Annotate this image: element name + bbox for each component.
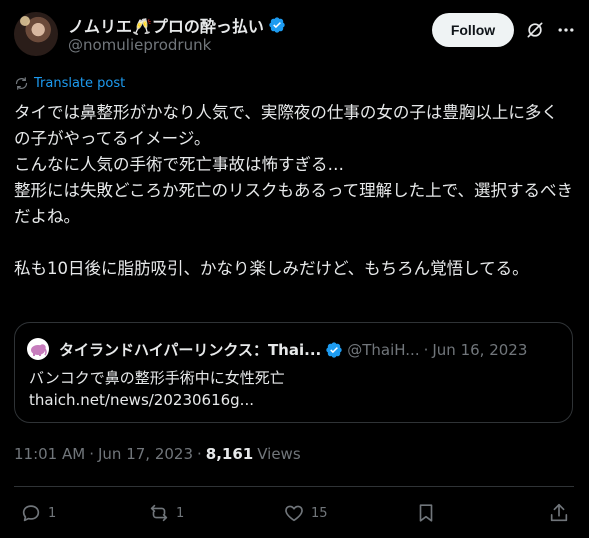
translate-post-link[interactable]: Translate post bbox=[14, 76, 125, 91]
author-handle[interactable]: @nomulieprodrunk bbox=[68, 36, 211, 54]
grok-icon[interactable] bbox=[525, 20, 545, 40]
like-button[interactable]: 15 bbox=[283, 502, 328, 524]
elephant-logo-icon bbox=[31, 344, 47, 356]
quoted-separator: · bbox=[423, 340, 429, 359]
bookmark-icon bbox=[419, 504, 433, 522]
quoted-author-name[interactable]: タイランドハイパーリンクス：Thai... bbox=[59, 339, 321, 360]
reply-count: 1 bbox=[48, 505, 57, 521]
quoted-verified-badge-icon bbox=[326, 341, 342, 358]
quoted-author-handle[interactable]: @ThaiH... bbox=[347, 341, 419, 359]
quoted-post-text: バンコクで鼻の整形手術中に女性死亡 thaich.net/news/202306… bbox=[29, 367, 285, 411]
quoted-text-line: バンコクで鼻の整形手術中に女性死亡 bbox=[29, 369, 285, 387]
author-avatar[interactable] bbox=[14, 12, 58, 56]
views-label: Views bbox=[257, 445, 301, 463]
quoted-post-header: タイランドハイパーリンクス：Thai... @ThaiH... · Jun 16… bbox=[59, 339, 560, 360]
heart-icon bbox=[285, 505, 303, 522]
post-date[interactable]: Jun 17, 2023 bbox=[98, 445, 193, 463]
repost-count: 1 bbox=[176, 505, 185, 521]
bookmark-button[interactable] bbox=[415, 502, 437, 524]
author-name-row[interactable]: ノムリエ🥂プロの酔っ払い bbox=[68, 13, 286, 37]
quoted-post-date[interactable]: Jun 16, 2023 bbox=[432, 341, 527, 359]
post-text: タイでは鼻整形がかなり人気で、実際夜の仕事の女の子は豊胸以上に多くの子がやってる… bbox=[14, 103, 574, 278]
quoted-post[interactable]: タイランドハイパーリンクス：Thai... @ThaiH... · Jun 16… bbox=[14, 322, 573, 423]
more-options-icon[interactable] bbox=[556, 20, 576, 40]
post-time[interactable]: 11:01 AM bbox=[14, 445, 85, 463]
translate-label[interactable]: Translate post bbox=[34, 76, 125, 91]
reply-icon bbox=[22, 505, 40, 522]
avatar-light bbox=[20, 16, 30, 26]
repost-button[interactable]: 1 bbox=[148, 502, 184, 524]
verified-badge-icon bbox=[269, 17, 285, 33]
views-count: 8,161 bbox=[205, 445, 254, 463]
meta-separator: · bbox=[197, 445, 202, 463]
like-count: 15 bbox=[311, 505, 328, 521]
divider bbox=[14, 486, 574, 487]
quoted-link[interactable]: thaich.net/news/20230616g... bbox=[29, 389, 285, 411]
quoted-author-avatar bbox=[27, 338, 49, 360]
post: ノムリエ🥂プロの酔っ払い @nomulieprodrunk Follow Tra… bbox=[0, 0, 589, 538]
follow-button[interactable]: Follow bbox=[432, 13, 514, 47]
meta-separator: · bbox=[89, 445, 94, 463]
reply-button[interactable]: 1 bbox=[20, 502, 56, 524]
repost-icon bbox=[150, 504, 168, 522]
author-display-name[interactable]: ノムリエ🥂プロの酔っ払い bbox=[68, 13, 264, 37]
share-icon bbox=[550, 503, 568, 522]
post-meta: 11:01 AM · Jun 17, 2023 · 8,161 Views bbox=[14, 445, 301, 463]
translate-icon bbox=[15, 77, 28, 90]
share-button[interactable] bbox=[548, 502, 570, 524]
